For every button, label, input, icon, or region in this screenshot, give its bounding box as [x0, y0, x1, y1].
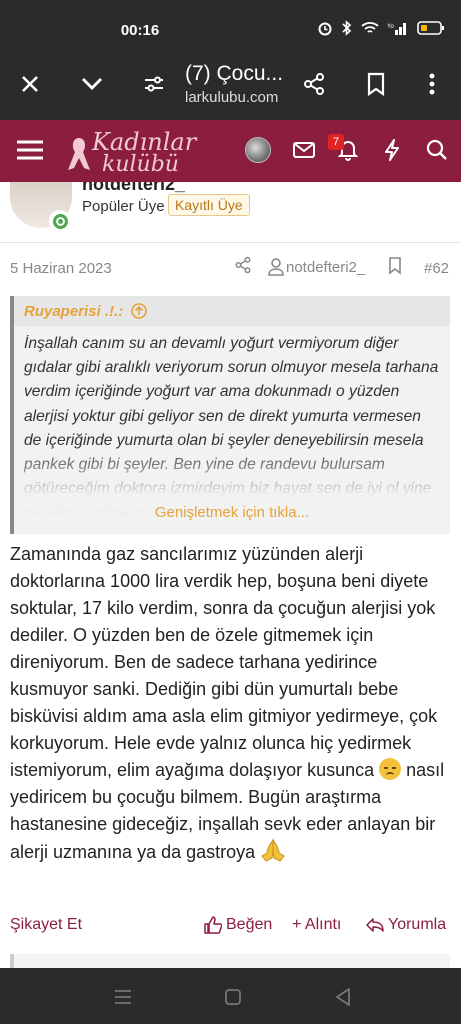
post-author-link[interactable]: notdefteri2_	[268, 258, 365, 276]
wifi-icon	[361, 22, 379, 33]
post-body: Zamanında gaz sancılarımız yüzünden aler…	[10, 541, 452, 866]
envelope-icon	[293, 142, 315, 158]
chevron-down-icon	[82, 78, 102, 90]
battery-icon	[417, 21, 444, 35]
more-menu-button[interactable]	[410, 62, 454, 106]
user-badge: Kayıtlı Üye	[168, 194, 250, 216]
post-date[interactable]: 5 Haziran 2023	[10, 260, 112, 277]
page-url[interactable]: larkulubu.com	[185, 89, 278, 106]
status-bar: 00:16 Yo	[0, 0, 461, 48]
avatar	[245, 137, 271, 163]
disappointed-face-icon	[379, 758, 402, 780]
online-status-indicator	[49, 210, 71, 232]
messages-button[interactable]	[286, 132, 322, 168]
bookmark-icon	[389, 257, 401, 275]
menu-lines-icon	[115, 990, 131, 1004]
thumbs-up-icon	[204, 916, 222, 934]
folded-hands-icon	[261, 838, 285, 862]
system-navigation-bar	[0, 968, 461, 1024]
next-post-preview	[10, 954, 450, 968]
site-logo[interactable]: Kadınlar kulübü	[62, 126, 196, 178]
share-icon	[235, 256, 251, 274]
reply-label: Yorumla	[388, 916, 447, 933]
report-label: Şikayet Et	[10, 916, 83, 933]
like-label: Beğen	[226, 916, 273, 933]
site-header: Kadınlar kulübü	[0, 120, 461, 182]
svg-text:Yo: Yo	[387, 24, 394, 30]
post-actions: Şikayet Et Beğen + Alıntı Yorumla	[0, 914, 461, 938]
home-button[interactable]	[218, 982, 248, 1012]
share-button[interactable]	[292, 62, 336, 106]
back-button[interactable]	[328, 982, 358, 1012]
recents-button[interactable]	[108, 982, 138, 1012]
quote-header[interactable]: Ruyaperisi .!.:	[14, 296, 450, 326]
bookmark-post-button[interactable]	[388, 257, 402, 280]
quote-button[interactable]: + Alıntı	[292, 916, 341, 934]
user-title: Popüler Üye	[82, 198, 165, 215]
bookmark-icon	[367, 72, 385, 96]
square-icon	[225, 989, 241, 1005]
bolt-icon	[385, 139, 399, 161]
more-vert-icon	[429, 73, 435, 95]
divider	[0, 242, 461, 243]
collapse-button[interactable]	[70, 62, 114, 106]
quote-block: Ruyaperisi .!.: İnşallah canım su an dev…	[10, 296, 450, 534]
whats-new-button[interactable]	[374, 132, 410, 168]
signal-icon: Yo	[387, 23, 406, 35]
share-post-button[interactable]	[234, 256, 252, 279]
search-button[interactable]	[419, 132, 455, 168]
account-button[interactable]	[240, 132, 276, 168]
user-icon	[268, 258, 284, 276]
post-number[interactable]: #62	[424, 260, 449, 277]
reply-icon	[366, 918, 384, 932]
bookmark-button[interactable]	[354, 62, 398, 106]
hamburger-icon	[17, 140, 43, 160]
bluetooth-icon	[342, 20, 352, 36]
menu-button[interactable]	[12, 132, 48, 168]
notification-count-badge: 7	[328, 134, 344, 150]
alarm-icon	[318, 22, 332, 36]
quote-label: + Alıntı	[292, 916, 342, 933]
expand-quote-link[interactable]: Genişletmek için tıkla...	[14, 504, 450, 521]
reply-button[interactable]: Yorumla	[366, 916, 446, 934]
quote-author: Ruyaperisi .!.:	[24, 302, 124, 320]
post-author-label: notdefteri2_	[286, 258, 366, 276]
share-icon	[304, 73, 324, 95]
post-content: notdefteri2_ Popüler Üye Kayıtlı Üye 5 H…	[0, 182, 461, 968]
tune-icon	[145, 76, 163, 92]
triangle-back-icon	[336, 988, 350, 1006]
post-text-part1: Zamanında gaz sancılarımız yüzünden aler…	[10, 544, 438, 780]
logo-text-bottom: kulübü	[102, 152, 179, 177]
search-icon	[426, 139, 447, 160]
browser-toolbar: (7) Çocu... larkulubu.com	[0, 48, 461, 120]
logo-ribbon-icon	[68, 138, 90, 170]
status-time: 00:16	[120, 22, 160, 39]
report-button[interactable]: Şikayet Et	[10, 916, 82, 934]
close-tab-button[interactable]	[8, 62, 52, 106]
site-settings-button[interactable]	[132, 62, 176, 106]
arrow-up-circle-icon	[131, 303, 148, 319]
status-icons: Yo	[317, 20, 445, 36]
page-title[interactable]: (7) Çocu...	[185, 62, 283, 86]
like-button[interactable]: Beğen	[204, 916, 272, 934]
close-icon	[22, 76, 38, 92]
